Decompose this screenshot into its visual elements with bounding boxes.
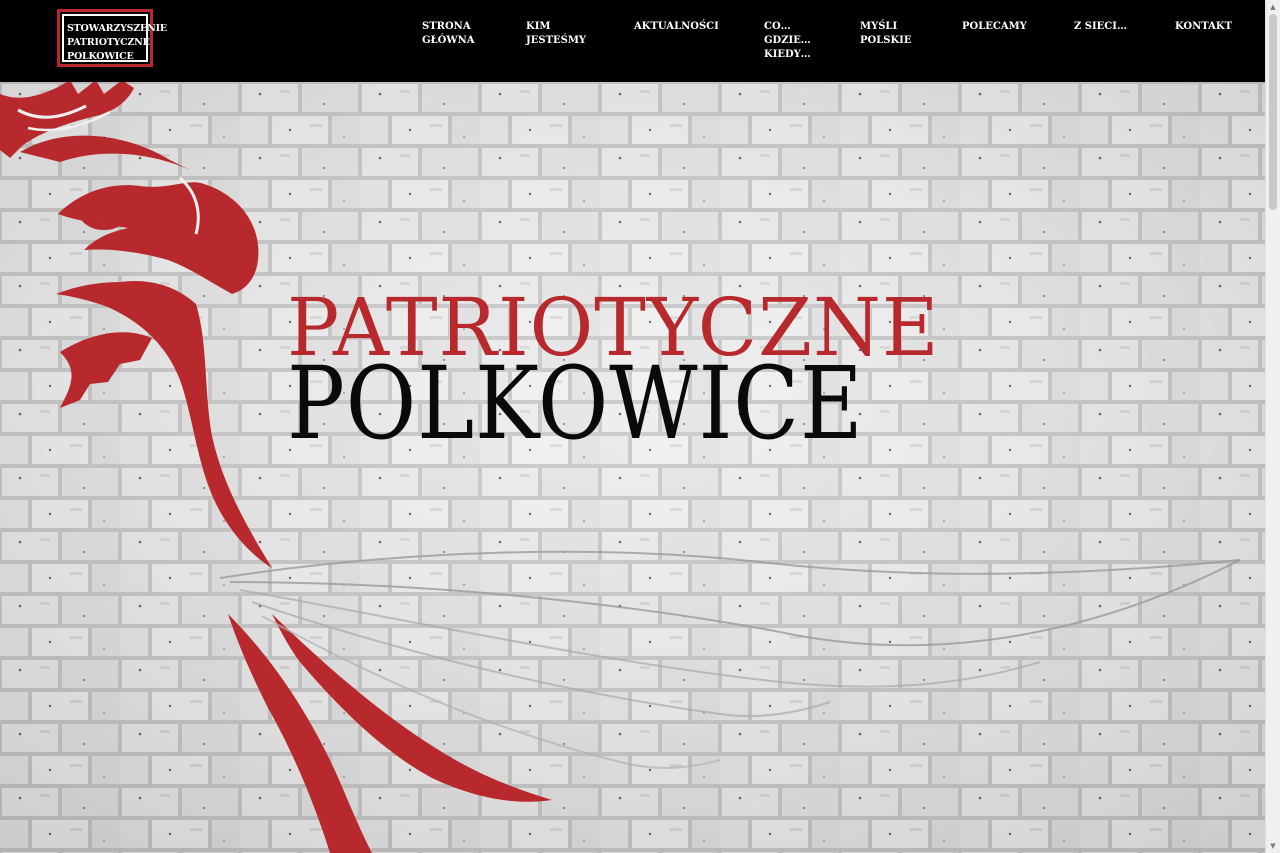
vertical-scrollbar[interactable]: ▲ ▼ bbox=[1265, 0, 1280, 853]
nav-item-label: JESTEŚMY bbox=[526, 35, 587, 46]
hero-banner: PATRIOTYCZNE POLKOWICE bbox=[0, 82, 1265, 853]
chevron-down-icon[interactable]: ▼ bbox=[1266, 839, 1280, 853]
site-logo[interactable]: STOWARZYSZENIE PATRIOTYCZNE POLKOWICE bbox=[57, 9, 167, 67]
nav-item-kim-jestesmy[interactable]: KIM JESTEŚMY bbox=[526, 20, 586, 48]
nav-item-label: Z SIECI… bbox=[1074, 21, 1127, 32]
brick-wall-background bbox=[0, 82, 1265, 853]
nav-item-label: GDZIE… bbox=[764, 35, 811, 46]
nav-item-label: KONTAKT bbox=[1175, 21, 1233, 32]
nav-item-label: MYŚLI bbox=[860, 21, 898, 32]
nav-item-polecamy[interactable]: POLECAMY bbox=[962, 20, 1027, 34]
scrollbar-thumb[interactable] bbox=[1269, 14, 1277, 210]
nav-item-mysli-polskie[interactable]: MYŚLI POLSKIE bbox=[860, 20, 911, 48]
nav-item-z-sieci[interactable]: Z SIECI… bbox=[1074, 20, 1127, 34]
nav-item-kontakt[interactable]: KONTAKT bbox=[1175, 20, 1232, 34]
hero-title-line-polkowice: POLKOWICE bbox=[287, 345, 864, 462]
nav-item-label: KIEDY… bbox=[764, 49, 811, 60]
logo-line: POLKOWICE bbox=[67, 51, 134, 62]
nav-item-label: STRONA bbox=[422, 21, 471, 32]
chevron-up-icon[interactable]: ▲ bbox=[1266, 0, 1280, 14]
logo-line: PATRIOTYCZNE bbox=[67, 37, 150, 48]
nav-item-label: POLECAMY bbox=[962, 21, 1027, 32]
nav-item-label: KIM bbox=[526, 21, 551, 32]
nav-item-strona-glowna[interactable]: STRONA GŁÓWNA bbox=[422, 20, 474, 48]
site-logo-text: STOWARZYSZENIE PATRIOTYCZNE POLKOWICE bbox=[62, 14, 167, 62]
nav-item-label: CO… bbox=[764, 21, 791, 32]
nav-item-co-gdzie-kiedy[interactable]: CO… GDZIE… KIEDY… bbox=[764, 20, 811, 62]
logo-line: STOWARZYSZENIE bbox=[67, 23, 167, 34]
nav-item-label: GŁÓWNA bbox=[422, 35, 475, 46]
top-navigation-bar: STOWARZYSZENIE PATRIOTYCZNE POLKOWICE ST… bbox=[0, 0, 1265, 82]
nav-item-aktualnosci[interactable]: AKTUALNOŚCI bbox=[634, 20, 719, 34]
page: PATRIOTYCZNE POLKOWICE STOWARZYSZENIE PA… bbox=[0, 0, 1280, 853]
nav-item-label: AKTUALNOŚCI bbox=[634, 21, 719, 32]
nav-item-label: POLSKIE bbox=[860, 35, 912, 46]
hero-title: PATRIOTYCZNE POLKOWICE bbox=[287, 288, 960, 454]
